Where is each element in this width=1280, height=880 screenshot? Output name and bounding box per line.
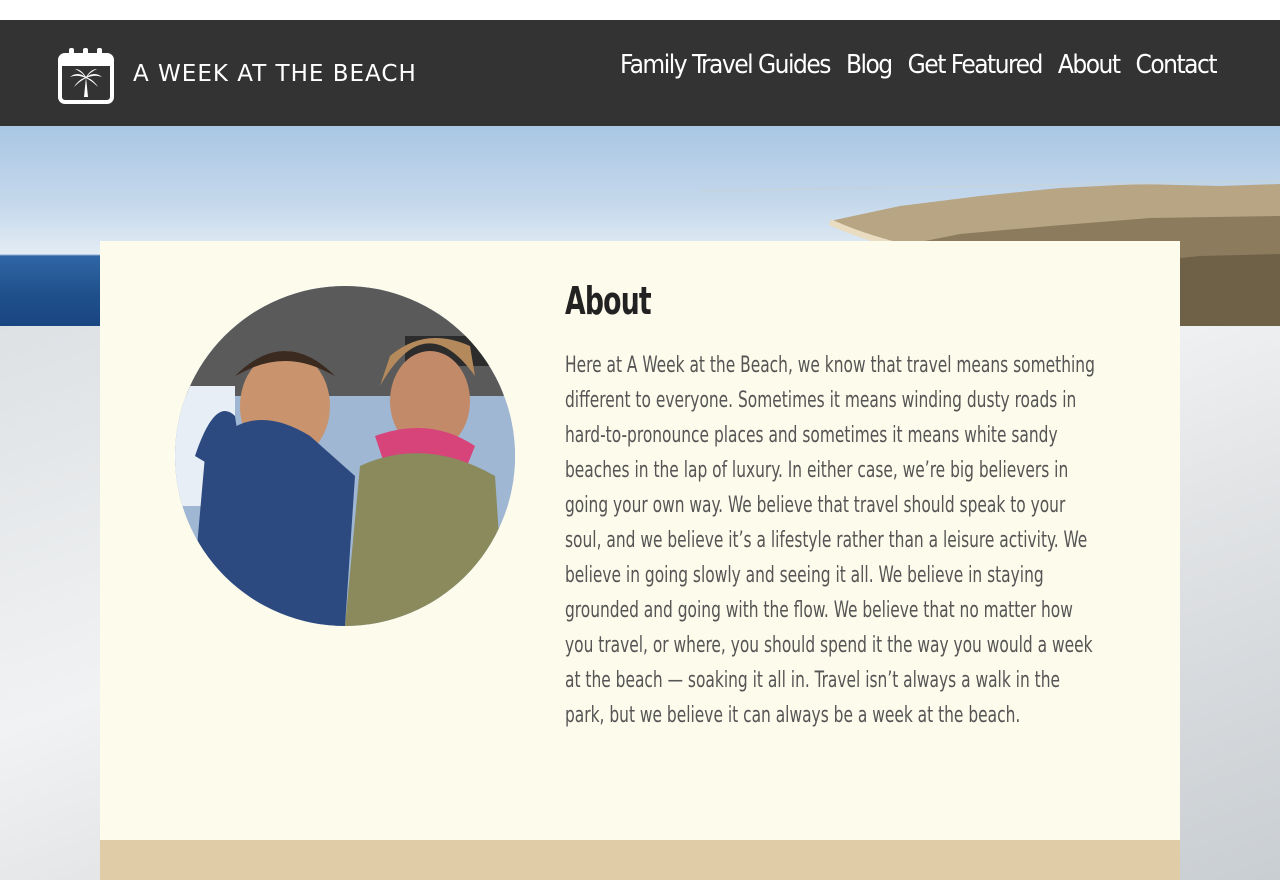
main-nav: Family Travel Guides Blog Get Featured A…: [620, 50, 1218, 80]
calendar-palm-icon: [58, 48, 114, 104]
about-body-text: Here at A Week at the Beach, we know tha…: [565, 353, 1095, 728]
about-card: About Here at A Week at the Beach, we kn…: [100, 241, 1180, 840]
nav-contact[interactable]: Contact: [1136, 50, 1218, 80]
site-title: A WEEK AT THE BEACH: [133, 61, 417, 87]
nav-family-travel-guides[interactable]: Family Travel Guides: [620, 50, 831, 80]
site-header: A WEEK AT THE BEACH Family Travel Guides…: [0, 20, 1280, 127]
top-strip: [0, 0, 1280, 20]
footer-band: [100, 840, 1180, 880]
nav-about[interactable]: About: [1058, 50, 1121, 80]
nav-get-featured[interactable]: Get Featured: [908, 50, 1044, 80]
founders-photo: [175, 286, 515, 626]
about-heading: About: [565, 279, 652, 323]
nav-blog[interactable]: Blog: [846, 50, 893, 80]
site-logo-link[interactable]: A WEEK AT THE BEACH: [57, 47, 417, 105]
